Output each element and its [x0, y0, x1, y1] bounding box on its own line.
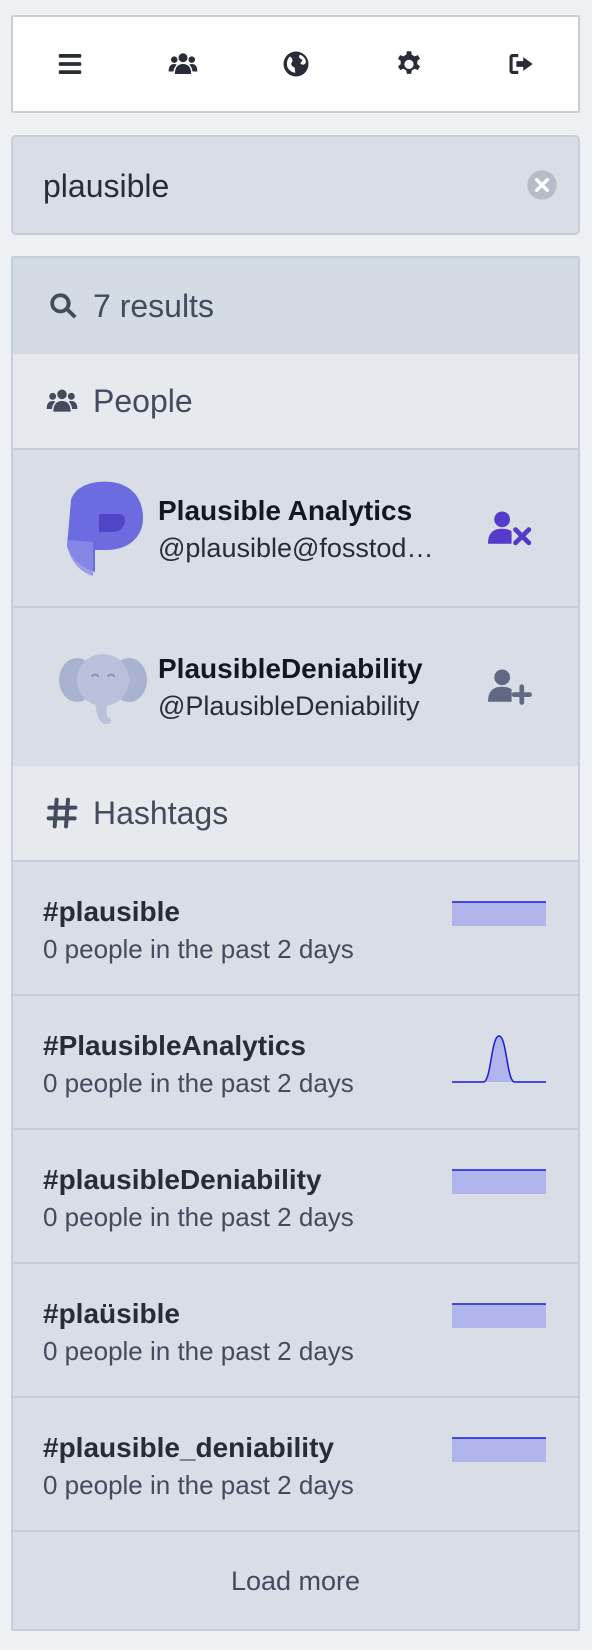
logout-icon: [509, 54, 533, 74]
sparkline-area: [452, 1036, 546, 1082]
people-section-heading: People: [13, 354, 578, 450]
account-item[interactable]: PlausibleDeniability @PlausibleDeniabili…: [13, 608, 578, 766]
hashtag-usage: 0 people in the past 2 days: [43, 1336, 354, 1366]
hashtag-usage: 0 people in the past 2 days: [43, 934, 354, 964]
preferences-button[interactable]: [381, 36, 437, 92]
top-navigation: [11, 15, 580, 113]
hashtag-sparkline: [452, 1035, 546, 1083]
settings-icon: [397, 51, 420, 74]
sparkline-area: [452, 1170, 546, 1194]
hashtag-name: #plaüsible: [43, 1298, 180, 1329]
clear-search-icon[interactable]: [526, 169, 558, 201]
hashtag-name: #plausible: [43, 896, 180, 927]
people-heading-label: People: [93, 382, 193, 419]
sparkline-area: [452, 1304, 546, 1328]
hashtag-usage: 0 people in the past 2 days: [43, 1068, 354, 1098]
account-display-name: Plausible Analytics: [158, 495, 413, 526]
hashtags-section-heading: Hashtags: [13, 766, 578, 862]
menu-icon: [58, 54, 81, 74]
results-count: 7 results: [93, 287, 214, 324]
plausible-logo-avatar: [67, 481, 143, 576]
account-handle: @plausible@fosstodon.org: [158, 533, 438, 563]
hashtag-item[interactable]: #PlausibleAnalytics 0 people in the past…: [13, 996, 578, 1130]
results-summary: 7 results: [13, 258, 578, 354]
search-icon: [50, 293, 77, 319]
hashtag-name: #plausibleDeniability: [43, 1164, 322, 1195]
logout-button[interactable]: [494, 36, 550, 92]
hashtags-heading-label: Hashtags: [93, 794, 229, 831]
federated-timeline-button[interactable]: [268, 36, 324, 92]
hashtag-sparkline: [452, 1303, 546, 1328]
search-input[interactable]: [43, 162, 513, 210]
menu-button[interactable]: [42, 36, 98, 92]
hashtag-sparkline: [452, 1169, 546, 1194]
search-box: [11, 135, 580, 235]
hashtag-sparkline: [452, 901, 546, 926]
hashtag-name: #plausible_deniability: [43, 1432, 334, 1463]
search-results: 7 results People Plausible Analytics @pl…: [11, 256, 580, 1631]
follow-user-icon[interactable]: [488, 666, 532, 706]
sparkline-area: [452, 902, 546, 926]
local-timeline-button[interactable]: [155, 36, 211, 92]
hashtag-usage: 0 people in the past 2 days: [43, 1470, 354, 1500]
elephant-avatar: [59, 654, 147, 725]
account-item[interactable]: Plausible Analytics @plausible@fosstodon…: [13, 450, 578, 608]
hashtag-usage: 0 people in the past 2 days: [43, 1202, 354, 1232]
hashtag-item[interactable]: #plaüsible 0 people in the past 2 days: [13, 1264, 578, 1398]
hashtag-sparkline: [452, 1437, 546, 1462]
hashtag-name: #PlausibleAnalytics: [43, 1030, 307, 1061]
account-handle: @PlausibleDeniability: [158, 691, 420, 721]
unfollow-user-icon[interactable]: [488, 508, 532, 548]
hashtag-item[interactable]: #plausible_deniability 0 people in the p…: [13, 1398, 578, 1532]
hashtag-item[interactable]: #plausibleDeniability 0 people in the pa…: [13, 1130, 578, 1264]
globe-icon: [283, 51, 308, 77]
hashtag-icon: [46, 797, 78, 829]
hashtag-item[interactable]: #plausible 0 people in the past 2 days: [13, 862, 578, 996]
people-icon: [168, 53, 197, 74]
sparkline-area: [452, 1438, 546, 1462]
people-icon: [46, 389, 78, 412]
account-display-name: PlausibleDeniability: [158, 653, 423, 684]
load-more-button[interactable]: Load more: [13, 1532, 578, 1629]
